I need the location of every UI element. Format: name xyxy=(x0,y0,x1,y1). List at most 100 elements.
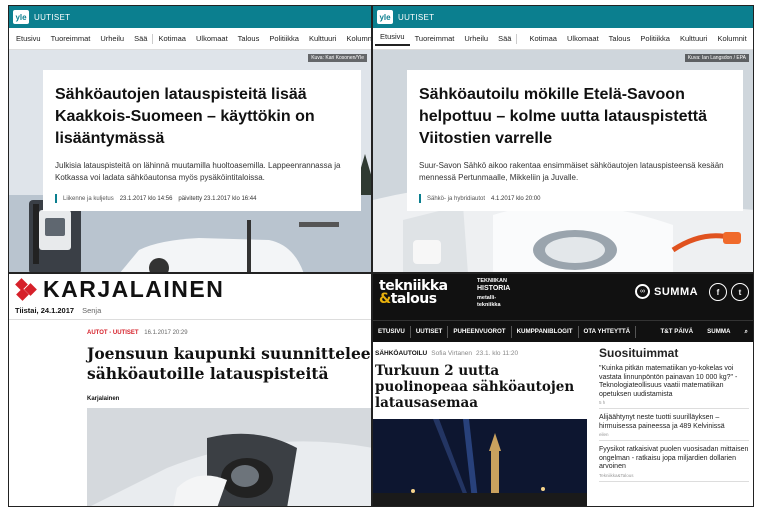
yle-topbar: yle UUTISET xyxy=(373,6,753,28)
tt-header: tekniikka &talous TEKNIIKAN HISTORIA met… xyxy=(373,274,753,320)
article-author[interactable]: Sofia Virtanen xyxy=(431,350,472,357)
yle-article-2-screenshot: yle UUTISET Etusivu Tuoreimmat Urheilu S… xyxy=(372,5,754,273)
nav-puheenvuorot[interactable]: PUHEENVUOROT xyxy=(448,328,510,335)
brand-tekniikka: tekniikka xyxy=(477,302,501,308)
tt-logo-amp: & xyxy=(379,291,391,307)
popular-item[interactable]: Fyysikot ratkaisivat puolen vuosisadan m… xyxy=(599,441,749,482)
nav-etusivu[interactable]: Etusivu xyxy=(375,32,410,46)
popular-item-title: Fyysikot ratkaisivat puolen vuosisadan m… xyxy=(599,446,749,470)
charging-plug-photo xyxy=(87,408,371,506)
nav-tt-paiva[interactable]: T&T PÄIVÄ xyxy=(655,328,698,335)
article-kicker: SÄHKÖAUTOILU Sofia Virtanen 23.1. klo 11… xyxy=(373,342,587,357)
category-marker xyxy=(55,194,57,203)
article-section[interactable]: AUTOT - UUTISET xyxy=(87,330,139,336)
photo-credit: Kuva: Kari Kosonen/Yle xyxy=(308,54,367,62)
karjalainen-header: KARJALAINEN xyxy=(9,274,371,304)
nav-urheilu[interactable]: Urheilu xyxy=(459,34,493,43)
popular-heading: Suosituimmat xyxy=(599,346,679,360)
tt-sister-brands[interactable]: TEKNIIKAN HISTORIA metalli- tekniikka xyxy=(477,278,510,309)
nav-politiikka[interactable]: Politiikka xyxy=(635,34,675,43)
tt-logo-line2: talous xyxy=(390,291,437,307)
yle-logo[interactable]: yle xyxy=(13,10,29,24)
yle-article-1-screenshot: yle UUTISET Etusivu Tuoreimmat Urheilu S… xyxy=(8,5,372,273)
popular-item-title: "Kuinka pitkän matematiikan yo-kokelas v… xyxy=(599,365,738,398)
nav-tuoreimmat[interactable]: Tuoreimmat xyxy=(410,34,460,43)
nav-kolumnit[interactable]: Kolumnit xyxy=(712,34,751,43)
tt-logo[interactable]: tekniikka &talous xyxy=(379,279,448,307)
article-title[interactable]: Sähköautoilu mökille Etelä-Savoon helpot… xyxy=(419,84,731,150)
nav-ota-yhteytta[interactable]: OTA YHTEYTTÄ xyxy=(579,328,636,335)
article-lead: Julkisia latauspisteitä on lähinnä muuta… xyxy=(55,161,341,182)
article-card: Sähköautojen latauspisteitä lisää Kaakko… xyxy=(43,70,361,211)
article-meta: Sähkö- ja hybridiautot 4.1.2017 klo 20:0… xyxy=(419,194,731,203)
nav-etusivu[interactable]: Etusivu xyxy=(11,34,46,43)
popular-sidebar: Suosituimmat "Kuinka pitkän matematiikan… xyxy=(595,342,753,506)
nav-ulkomaat[interactable]: Ulkomaat xyxy=(191,34,233,43)
article-card: Sähköautoilu mökille Etelä-Savoon helpot… xyxy=(407,70,743,211)
nav-tuoreimmat[interactable]: Tuoreimmat xyxy=(46,34,96,43)
nav-kotimaa[interactable]: Kotimaa xyxy=(153,34,191,43)
nav-separator xyxy=(635,325,637,338)
yle-topbar: yle UUTISET xyxy=(9,6,371,28)
search-icon[interactable]: ⌕ xyxy=(740,328,753,336)
popular-item[interactable]: "Kuinka pitkän matematiikan yo-kokelas v… xyxy=(599,360,749,409)
photo-credit: Kuva: Ian Langsdon / EPA xyxy=(684,54,749,62)
nav-saa[interactable]: Sää xyxy=(493,34,516,43)
popular-item-title: Alijäähtynyt neste tuotti suurilläyksen … xyxy=(599,414,725,430)
article-date: 23.1. klo 11:20 xyxy=(475,350,519,357)
nav-etusivu[interactable]: ETUSIVU xyxy=(373,328,410,335)
turku-cathedral-photo xyxy=(373,419,587,506)
article-title[interactable]: Sähköautojen latauspisteitä lisää Kaakko… xyxy=(55,84,349,150)
current-date: Tiistai, 24.1.2017 xyxy=(15,306,75,315)
article: SÄHKÖAUTOILU Sofia Virtanen 23.1. klo 11… xyxy=(373,342,587,506)
article-category[interactable]: Liikenne ja kuljetus xyxy=(63,196,114,202)
tt-nav: ETUSIVU UUTISET PUHEENVUOROT KUMPPANIBLO… xyxy=(373,320,753,342)
popular-item-meta: Tekniikka&Talous xyxy=(599,472,634,478)
nav-urheilu[interactable]: Urheilu xyxy=(95,34,129,43)
nav-summa[interactable]: SUMMA xyxy=(702,328,735,335)
facebook-icon[interactable]: f xyxy=(709,283,727,301)
summa-link[interactable]: ∞ SUMMA xyxy=(635,284,698,299)
article-section[interactable]: SÄHKÖAUTOILU xyxy=(375,350,427,357)
date-bar: Tiistai, 24.1.2017 Senja xyxy=(9,306,371,315)
nav-divider xyxy=(516,33,524,44)
article-title[interactable]: Turkuun 2 uutta puolinopeaa sähköautojen… xyxy=(373,357,587,411)
article-date: 4.1.2017 klo 20:00 xyxy=(491,195,541,202)
article-date: 23.1.2017 klo 14:56 xyxy=(119,195,173,202)
popular-item[interactable]: Alijäähtynyt neste tuotti suurilläyksen … xyxy=(599,409,749,441)
nav-kotimaa[interactable]: Kotimaa xyxy=(524,34,562,43)
article-kicker: AUTOT - UUTISET 16.1.2017 20:29 xyxy=(87,330,371,336)
twitter-icon[interactable]: t xyxy=(731,283,749,301)
yle-brand[interactable]: UUTISET xyxy=(398,13,434,22)
tekniikka-talous-screenshot: tekniikka &talous TEKNIIKAN HISTORIA met… xyxy=(372,273,754,507)
nameday: Senja xyxy=(82,306,102,315)
nav-kulttuuri[interactable]: Kulttuuri xyxy=(304,34,342,43)
divider xyxy=(9,319,371,320)
category-marker xyxy=(419,194,421,203)
karjalainen-logo[interactable]: KARJALAINEN xyxy=(43,276,224,303)
article-lead: Suur-Savon Sähkö aikoo rakentaa ensimmäi… xyxy=(419,161,724,182)
news-collage: yle UUTISET Etusivu Tuoreimmat Urheilu S… xyxy=(0,0,760,515)
yle-nav: Etusivu Tuoreimmat Urheilu Sää Kotimaa U… xyxy=(9,28,371,50)
popular-item-meta: eilen xyxy=(599,432,609,437)
nav-uutiset[interactable]: UUTISET xyxy=(411,328,447,335)
nav-kumppaniblogit[interactable]: KUMPPANIBLOGIT xyxy=(512,328,578,335)
yle-logo[interactable]: yle xyxy=(377,10,393,24)
brand-tekniikan: TEKNIIKAN xyxy=(477,278,507,284)
nav-talous[interactable]: Talous xyxy=(233,34,265,43)
brand-metalli: metalli- xyxy=(477,295,497,301)
nav-kolumnit[interactable]: Kolumnit xyxy=(341,34,371,43)
karjalainen-logo-icon[interactable] xyxy=(15,278,37,301)
yle-brand[interactable]: UUTISET xyxy=(34,13,70,22)
brand-historia: HISTORIA xyxy=(477,285,511,292)
article-date: 16.1.2017 20:29 xyxy=(144,330,188,336)
article-title[interactable]: Joensuun kaupunki suunnittelee sähköauto… xyxy=(87,344,371,384)
nav-talous[interactable]: Talous xyxy=(604,34,636,43)
nav-politiikka[interactable]: Politiikka xyxy=(264,34,304,43)
summa-label: SUMMA xyxy=(654,285,699,298)
yle-nav: Etusivu Tuoreimmat Urheilu Sää Kotimaa U… xyxy=(373,28,753,50)
nav-ulkomaat[interactable]: Ulkomaat xyxy=(562,34,604,43)
article-category[interactable]: Sähkö- ja hybridiautot xyxy=(427,196,485,202)
nav-kulttuuri[interactable]: Kulttuuri xyxy=(675,34,713,43)
nav-saa[interactable]: Sää xyxy=(129,34,152,43)
